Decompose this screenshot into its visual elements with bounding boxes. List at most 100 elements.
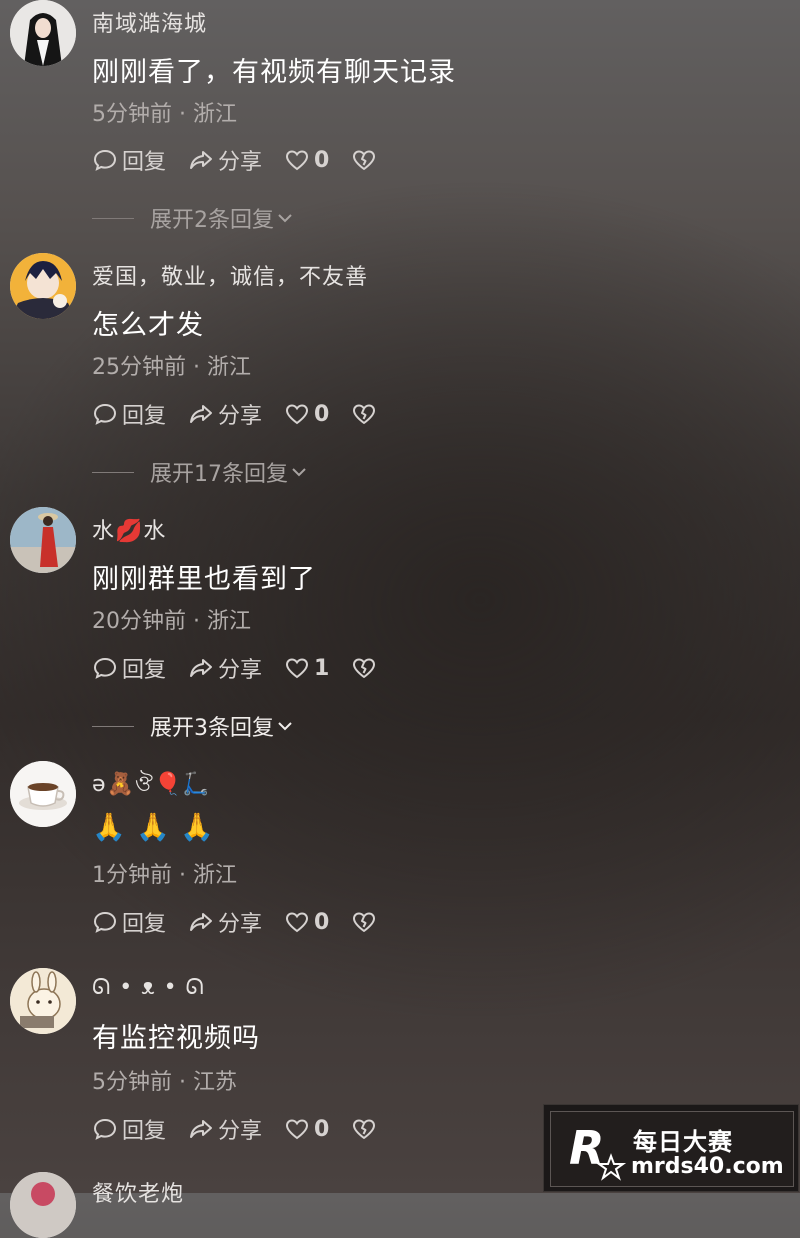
dislike-button[interactable] (351, 147, 377, 173)
reply-icon (93, 149, 117, 171)
avatar[interactable] (10, 761, 76, 827)
like-count: 1 (314, 655, 330, 681)
like-button[interactable]: 0 (284, 909, 329, 935)
expand-replies[interactable]: 展开2条回复 (92, 202, 294, 234)
reply-button[interactable]: 回复 (92, 652, 166, 684)
heart-icon (286, 1119, 309, 1140)
reply-label: 回复 (122, 658, 167, 683)
comment-actions: 回复 分享 0 (92, 906, 399, 938)
share-button[interactable]: 分享 (188, 144, 262, 176)
share-icon (190, 151, 213, 169)
logo-icon: R (569, 1121, 627, 1181)
comment-meta: 5分钟前 · 江苏 (92, 1070, 237, 1095)
comment-actions: 回复 分享 0 (92, 1113, 399, 1145)
chevron-down-icon (278, 722, 292, 731)
comment-text: 刚刚群里也看到了 (92, 564, 316, 595)
comment-meta: 1分钟前 · 浙江 (92, 863, 237, 888)
share-button[interactable]: 分享 (188, 398, 262, 430)
broken-heart-icon (353, 912, 376, 932)
like-button[interactable]: 1 (284, 655, 329, 681)
comment-actions: 回复 分享 0 (92, 398, 399, 430)
heart-icon (286, 658, 309, 679)
watermark-frame: R 每日大赛 mrds40.com (550, 1111, 794, 1187)
watermark-url: mrds40.com (631, 1154, 784, 1179)
chevron-down-icon (278, 214, 292, 223)
like-count: 0 (314, 909, 330, 935)
reply-label: 回复 (122, 1119, 167, 1144)
like-count: 0 (314, 147, 330, 173)
share-icon (190, 405, 213, 423)
reply-icon (93, 1118, 117, 1140)
expand-label: 展开17条回复 (150, 462, 288, 487)
reply-label: 回复 (122, 404, 167, 429)
comment-username[interactable]: 南域澔海城 (92, 6, 207, 38)
share-label: 分享 (218, 912, 263, 937)
dislike-button[interactable] (351, 401, 377, 427)
share-button[interactable]: 分享 (188, 906, 262, 938)
share-icon (190, 1120, 213, 1138)
comment-meta: 5分钟前 · 浙江 (92, 102, 237, 127)
reply-icon (93, 911, 117, 933)
avatar[interactable] (10, 968, 76, 1034)
reply-button[interactable]: 回复 (92, 1113, 166, 1145)
dislike-button[interactable] (351, 909, 377, 935)
comment-username[interactable]: ᘏ • ᴥ • ᘏ (92, 974, 205, 1000)
divider (92, 217, 134, 219)
comment-text: 🙏 🙏 🙏 (92, 812, 216, 843)
expand-replies[interactable]: 展开17条回复 (92, 456, 308, 488)
reply-button[interactable]: 回复 (92, 906, 166, 938)
dislike-button[interactable] (351, 1116, 377, 1142)
expand-label: 展开3条回复 (150, 716, 274, 741)
reply-label: 回复 (122, 912, 167, 937)
avatar[interactable] (10, 507, 76, 573)
share-label: 分享 (218, 404, 263, 429)
share-icon (190, 913, 213, 931)
reply-button[interactable]: 回复 (92, 144, 166, 176)
like-button[interactable]: 0 (284, 147, 329, 173)
avatar[interactable] (10, 253, 76, 319)
reply-icon (93, 403, 117, 425)
comment-actions: 回复 分享 0 (92, 144, 399, 176)
comment-actions: 回复 分享 1 (92, 652, 399, 684)
heart-icon (286, 150, 309, 171)
broken-heart-icon (353, 1119, 376, 1139)
comment-meta: 25分钟前 · 浙江 (92, 355, 251, 380)
comment-username[interactable]: 餐饮老炮 (92, 1176, 184, 1208)
reply-button[interactable]: 回复 (92, 398, 166, 430)
comment-username[interactable]: ə🧸ঔ🎈🛴 (92, 767, 211, 804)
comment-meta: 20分钟前 · 浙江 (92, 609, 251, 634)
comment-text: 刚刚看了，有视频有聊天记录 (92, 57, 456, 88)
svg-text:R: R (569, 1121, 604, 1175)
reply-icon (93, 657, 117, 679)
broken-heart-icon (353, 658, 376, 678)
watermark: R 每日大赛 mrds40.com (543, 1104, 799, 1192)
like-count: 0 (314, 1116, 330, 1142)
comment-username[interactable]: 爱国，敬业，诚信，不友善 (92, 259, 368, 291)
comment-text: 怎么才发 (92, 310, 204, 341)
avatar[interactable] (10, 1172, 76, 1238)
share-label: 分享 (218, 150, 263, 175)
watermark-title: 每日大赛 (633, 1128, 733, 1156)
avatar[interactable] (10, 0, 76, 66)
heart-icon (286, 404, 309, 425)
share-button[interactable]: 分享 (188, 652, 262, 684)
like-button[interactable]: 0 (284, 1116, 329, 1142)
expand-label: 展开2条回复 (150, 208, 274, 233)
broken-heart-icon (353, 150, 376, 170)
like-button[interactable]: 0 (284, 401, 329, 427)
share-label: 分享 (218, 1119, 263, 1144)
expand-replies[interactable]: 展开3条回复 (92, 710, 294, 742)
broken-heart-icon (353, 404, 376, 424)
divider (92, 725, 134, 727)
chevron-down-icon (292, 468, 306, 477)
comment-username[interactable]: 水💋水 (92, 513, 166, 545)
share-label: 分享 (218, 658, 263, 683)
share-button[interactable]: 分享 (188, 1113, 262, 1145)
reply-label: 回复 (122, 150, 167, 175)
like-count: 0 (314, 401, 330, 427)
comment-text: 有监控视频吗 (92, 1023, 260, 1054)
heart-icon (286, 912, 309, 933)
dislike-button[interactable] (351, 655, 377, 681)
share-icon (190, 659, 213, 677)
divider (92, 471, 134, 473)
